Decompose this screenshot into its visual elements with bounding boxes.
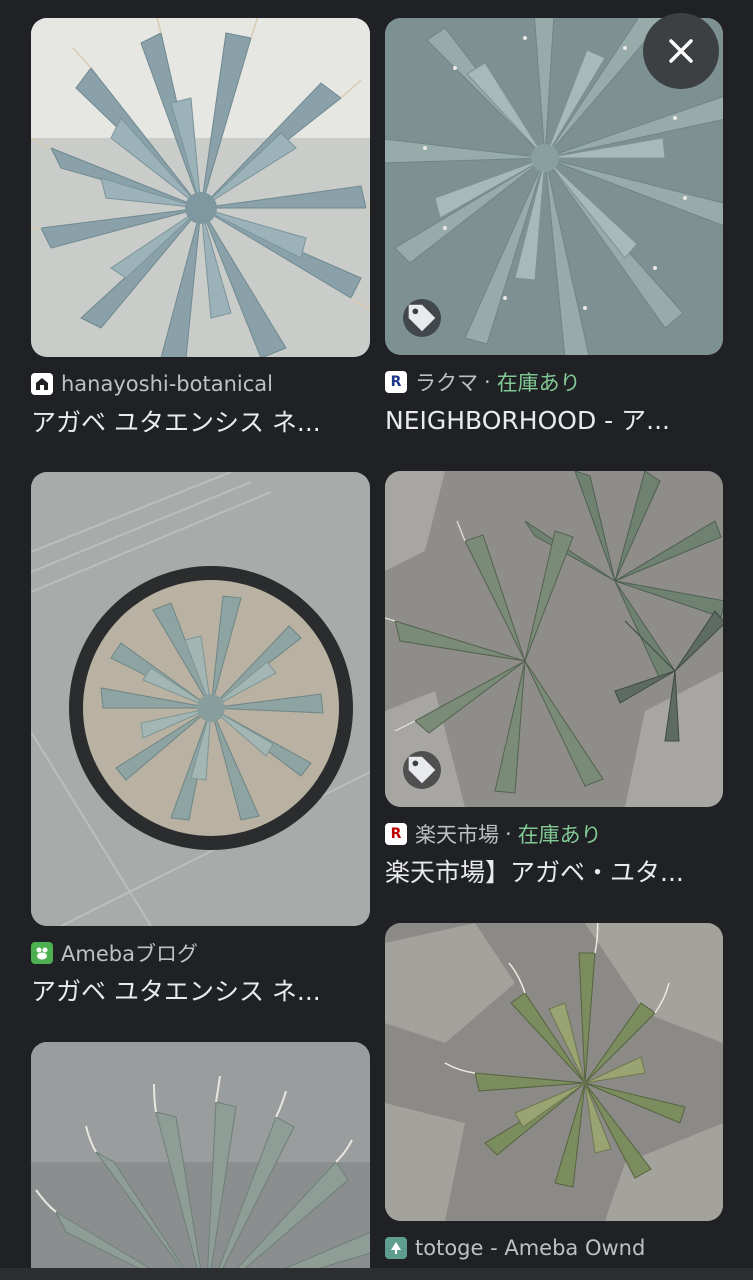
close-icon (669, 39, 693, 63)
bottom-bar (0, 1268, 753, 1280)
shopping-tag-icon (403, 299, 441, 337)
close-button[interactable] (643, 13, 719, 89)
result-card[interactable]: totoge - Ameba Ownd (385, 923, 723, 1261)
result-source-row: totoge - Ameba Ownd (385, 1235, 723, 1261)
result-card[interactable]: hanayoshi-botanical アガベ ユタエンシス ネ... (31, 18, 370, 439)
result-source-name: totoge - Ameba Ownd (415, 1236, 646, 1260)
result-image[interactable] (31, 18, 370, 357)
result-image[interactable] (31, 1042, 370, 1280)
agave-photo (31, 1042, 370, 1280)
result-source-row: Amebaブログ (31, 940, 370, 966)
tree-icon (385, 1237, 407, 1259)
result-source-row: hanayoshi-botanical (31, 371, 370, 397)
ameba-frog-icon (31, 942, 53, 964)
in-stock-label: 在庫あり (496, 371, 581, 395)
house-icon (31, 373, 53, 395)
agave-photo (31, 472, 370, 926)
in-stock-label: 在庫あり (517, 823, 602, 847)
result-image[interactable] (385, 471, 723, 807)
result-card[interactable]: Amebaブログ アガベ ユタエンシス ネ... (31, 472, 370, 1008)
agave-photo (31, 18, 370, 357)
result-source-name: hanayoshi-botanical (61, 372, 273, 396)
image-results-page: hanayoshi-botanical アガベ ユタエンシス ネ... Ameb… (0, 0, 753, 1280)
result-source-row: R 楽天市場 · 在庫あり (385, 821, 723, 847)
shopping-tag-icon (403, 751, 441, 789)
separator-dot: · (505, 822, 512, 846)
result-source-name: Amebaブログ (61, 942, 198, 966)
result-source-name: ラクマ (415, 371, 478, 395)
result-title[interactable]: アガベ ユタエンシス ネ... (31, 976, 370, 1008)
result-title[interactable]: 楽天市場】アガベ・ユタ... (385, 857, 723, 889)
result-image[interactable] (385, 923, 723, 1221)
rakuten-r-icon: R (385, 823, 407, 845)
result-source-name: 楽天市場 (415, 823, 499, 847)
result-source-row: R ラクマ · 在庫あり (385, 369, 723, 395)
rakuma-r-icon: R (385, 371, 407, 393)
result-title[interactable]: アガベ ユタエンシス ネ... (31, 407, 370, 439)
result-title[interactable]: NEIGHBORHOOD - ア... (385, 405, 723, 437)
result-card[interactable] (31, 1042, 370, 1280)
separator-dot: · (484, 370, 491, 394)
agave-photo (385, 923, 723, 1221)
result-card[interactable]: R 楽天市場 · 在庫あり 楽天市場】アガベ・ユタ... (385, 471, 723, 889)
result-image[interactable] (31, 472, 370, 926)
